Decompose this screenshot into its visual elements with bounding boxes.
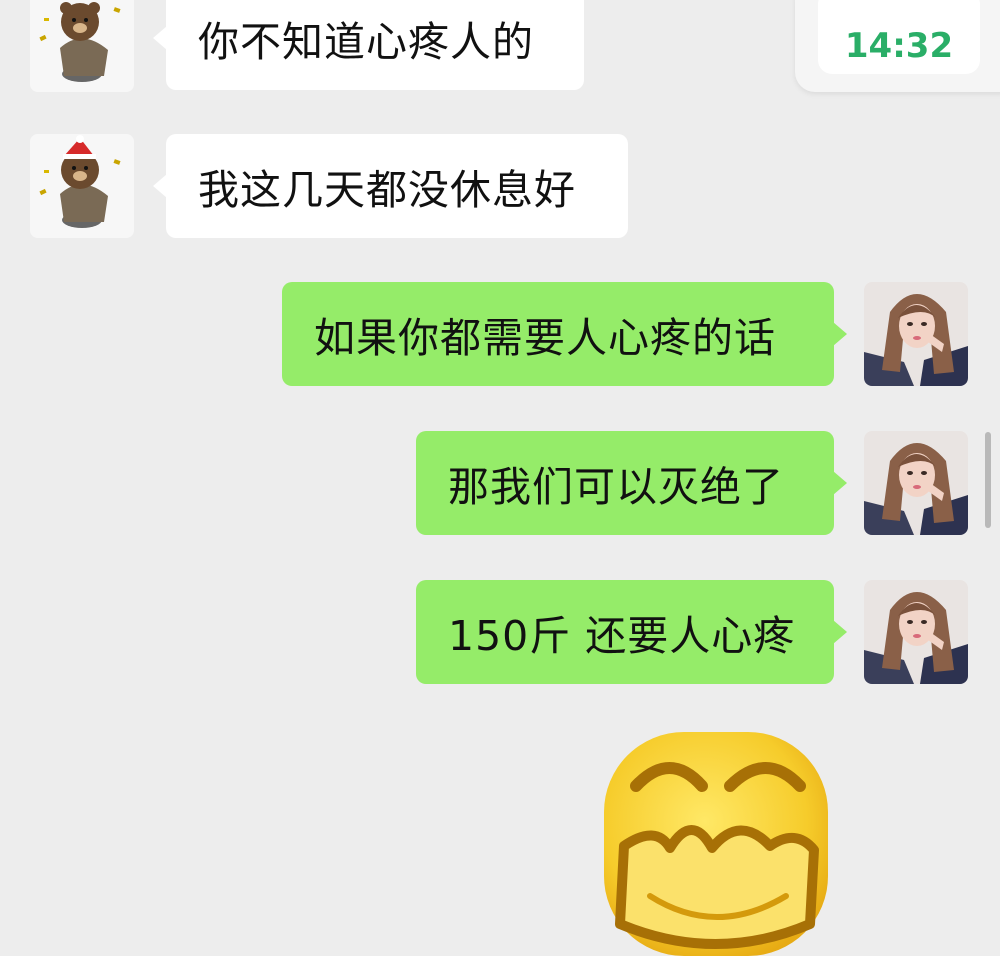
message-bubble-outgoing[interactable]: 如果你都需要人心疼的话: [282, 282, 847, 386]
message-text: 那我们可以灭绝了: [448, 463, 784, 511]
woman-avatar-icon: [864, 282, 968, 386]
time-badge: 14:32: [818, 0, 980, 74]
message-text: 150斤 还要人心疼: [448, 612, 796, 660]
bear-avatar-icon: [30, 134, 134, 238]
contact-avatar[interactable]: [30, 134, 134, 238]
message-bubble-outgoing[interactable]: 那我们可以灭绝了: [416, 431, 847, 535]
scrollbar-thumb[interactable]: [985, 432, 991, 528]
bear-avatar-icon: [30, 0, 134, 92]
message-bubble-outgoing[interactable]: 150斤 还要人心疼: [416, 580, 847, 684]
self-avatar[interactable]: [864, 282, 968, 386]
self-avatar[interactable]: [864, 431, 968, 535]
contact-avatar[interactable]: [30, 0, 134, 92]
message-bubble-incoming[interactable]: 你不知道心疼人的: [153, 0, 584, 90]
self-avatar[interactable]: [864, 580, 968, 684]
message-text: 我这几天都没休息好: [198, 166, 576, 214]
message-bubble-incoming[interactable]: 我这几天都没休息好: [153, 134, 628, 238]
woman-avatar-icon: [864, 431, 968, 535]
message-text: 你不知道心疼人的: [198, 18, 534, 66]
laughing-yellow-face-emoji-icon: [604, 732, 828, 956]
chat-window: 14:32 你不知道心疼人的 我这几天都没休息好 如果你都需要人心疼的话 那我们…: [0, 0, 1000, 956]
time-label: 14:32: [844, 26, 954, 66]
message-text: 如果你都需要人心疼的话: [314, 314, 776, 362]
woman-avatar-icon: [864, 580, 968, 684]
laughing-emoji-sticker[interactable]: [600, 728, 832, 956]
